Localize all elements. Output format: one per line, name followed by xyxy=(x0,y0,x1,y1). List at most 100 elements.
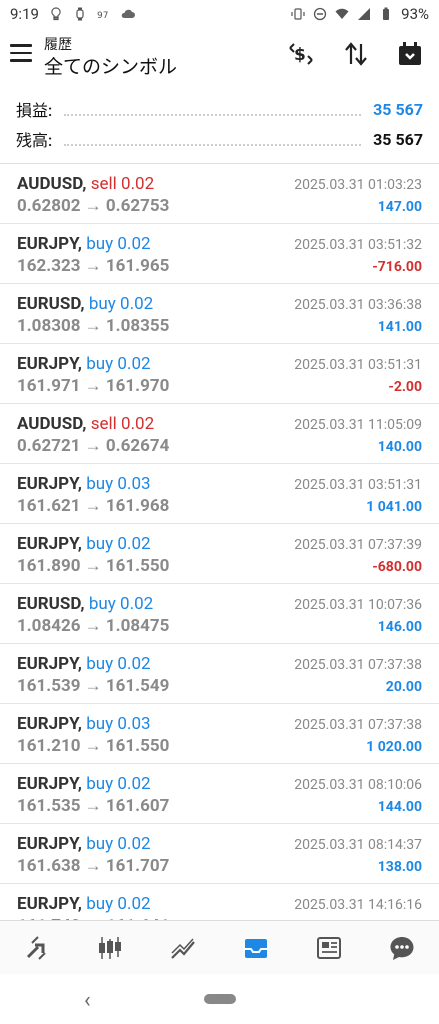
trade-symbol: EURJPY, buy 0.02 xyxy=(17,774,151,794)
trade-side: sell xyxy=(90,174,117,194)
trade-volume: 0.02 xyxy=(117,354,151,374)
trade-history-list[interactable]: AUDUSD, sell 0.02 0.62802 → 0.62753 2025.0… xyxy=(0,164,439,920)
trade-prices: 161.535 → 161.607 xyxy=(17,796,170,816)
svg-text:97: 97 xyxy=(97,11,108,21)
trade-row[interactable]: EURJPY, buy 0.02 162.323 → 161.965 2025.03… xyxy=(0,224,439,284)
trade-row[interactable]: EURJPY, buy 0.02 161.638 → 161.707 2025.03… xyxy=(0,824,439,884)
news-icon xyxy=(317,937,342,959)
trade-row[interactable]: EURUSD, buy 0.02 1.08426 → 1.08475 2025.03… xyxy=(0,584,439,644)
app-bar: 履歴 全てのシンボル $ xyxy=(0,28,439,86)
trade-side: buy xyxy=(88,294,116,314)
trade-time: 2025.03.31 03:36:38 xyxy=(294,297,422,313)
trade-prices: 161.638 → 161.707 xyxy=(17,856,170,876)
trade-symbol: EURJPY, buy 0.02 xyxy=(17,354,151,374)
system-navigation-bar: ‹ xyxy=(0,974,439,1024)
trade-icon xyxy=(171,938,195,959)
trade-profit: -716.00 xyxy=(372,259,422,275)
back-chevron-icon[interactable]: ‹ xyxy=(84,988,91,1013)
signal-icon xyxy=(358,8,371,20)
trade-time: 2025.03.31 08:14:37 xyxy=(294,837,422,853)
trade-volume: 0.02 xyxy=(120,594,154,614)
trade-row[interactable]: EURJPY, buy 0.03 161.210 → 161.550 2025.03… xyxy=(0,704,439,764)
trade-row[interactable]: EURJPY, buy 0.02 161.890 → 161.550 2025.03… xyxy=(0,524,439,584)
balance-value: 35 567 xyxy=(373,129,423,149)
trade-time: 2025.03.31 03:51:31 xyxy=(294,477,422,493)
trade-volume: 0.02 xyxy=(121,174,155,194)
trade-row[interactable]: EURUSD, buy 0.02 1.08308 → 1.08355 2025.03… xyxy=(0,284,439,344)
trade-row[interactable]: EURJPY, buy 0.03 161.621 → 161.968 2025.03… xyxy=(0,464,439,524)
nav-quotes[interactable] xyxy=(17,928,57,968)
trade-prices: 162.323 → 161.965 xyxy=(17,256,170,276)
nav-trade[interactable] xyxy=(163,928,203,968)
trade-side: buy xyxy=(86,894,114,914)
symbol-name: EURJPY, xyxy=(17,234,82,254)
trade-prices: 1.08426 → 1.08475 xyxy=(17,616,170,636)
trade-volume: 0.02 xyxy=(121,414,155,434)
trade-prices: 0.62802 → 0.62753 xyxy=(17,196,170,216)
quotes-icon xyxy=(26,936,46,960)
nav-chart[interactable] xyxy=(90,928,130,968)
trade-symbol: EURJPY, buy 0.02 xyxy=(17,834,151,854)
trade-row[interactable]: EURJPY, buy 0.02 161.535 → 161.607 2025.03… xyxy=(0,764,439,824)
nav-history[interactable] xyxy=(236,928,276,968)
symbol-name: EURUSD, xyxy=(17,594,85,614)
trade-time: 2025.03.31 07:37:39 xyxy=(294,537,422,553)
trade-profit: 144.00 xyxy=(377,799,422,815)
nav-news[interactable] xyxy=(309,928,349,968)
symbol-name: EURJPY, xyxy=(17,474,82,494)
symbol-name: EURJPY, xyxy=(17,534,82,554)
trade-profit: 141.00 xyxy=(377,319,422,335)
symbol-name: EURJPY, xyxy=(17,714,82,734)
screen-subtitle: 履歴 xyxy=(44,37,72,53)
status-time: 9:19 xyxy=(10,5,39,23)
nav-chat[interactable] xyxy=(382,928,422,968)
trade-volume: 0.03 xyxy=(117,474,151,494)
trade-time: 2025.03.31 03:51:31 xyxy=(294,357,422,373)
trade-row[interactable]: AUDUSD, sell 0.02 0.62721 → 0.62674 2025.0… xyxy=(0,404,439,464)
trade-volume: 0.02 xyxy=(117,894,151,914)
symbol-filter-title[interactable]: 全てのシンボル xyxy=(44,52,177,79)
symbol-name: EURJPY, xyxy=(17,354,82,374)
trade-profit: -680.00 xyxy=(372,559,422,575)
trade-row[interactable]: EURJPY, buy 0.02 161.971 → 161.970 2025.03… xyxy=(0,344,439,404)
trade-symbol: AUDUSD, sell 0.02 xyxy=(17,414,154,434)
trade-time: 2025.03.31 10:07:36 xyxy=(294,597,422,613)
trade-symbol: EURUSD, buy 0.02 xyxy=(17,594,153,614)
trade-profit: 146.00 xyxy=(377,619,422,635)
balance-row: 残高: 35 567 xyxy=(0,124,439,154)
trade-time: 2025.03.31 07:37:38 xyxy=(294,657,422,673)
svg-text:$: $ xyxy=(294,45,306,65)
trade-profit: 147.00 xyxy=(377,199,422,215)
trade-prices: 161.539 → 161.549 xyxy=(17,676,170,696)
history-inbox-icon xyxy=(245,939,268,958)
profit-value: 35 567 xyxy=(373,99,423,119)
cloud-icon xyxy=(121,9,135,18)
trade-side: buy xyxy=(86,534,114,554)
trade-profit: 138.00 xyxy=(377,859,422,875)
sort-icon[interactable] xyxy=(342,40,370,68)
trade-side: buy xyxy=(86,714,114,734)
symbol-name: EURUSD, xyxy=(17,294,85,314)
summary-panel: 損益: 35 567 残高: 35 567 xyxy=(0,94,439,154)
currency-exchange-icon[interactable]: $ xyxy=(287,40,315,68)
trade-time: 2025.03.31 03:51:32 xyxy=(294,237,422,253)
trade-profit: 20.00 xyxy=(385,679,422,695)
trade-row[interactable]: AUDUSD, sell 0.02 0.62802 → 0.62753 2025.0… xyxy=(0,164,439,224)
trade-row[interactable]: EURJPY, buy 0.02 161.539 → 161.549 2025.03… xyxy=(0,644,439,704)
calendar-icon[interactable] xyxy=(396,40,424,68)
profit-row: 損益: 35 567 xyxy=(0,94,439,124)
trade-symbol: EURJPY, buy 0.02 xyxy=(17,234,151,254)
trade-row[interactable]: EURJPY, buy 0.02161.749 → 161.6412025.03… xyxy=(0,884,439,920)
symbol-name: AUDUSD, xyxy=(17,174,87,194)
trade-profit: 1 020.00 xyxy=(366,739,422,755)
trade-side: buy xyxy=(86,354,114,374)
watch-icon xyxy=(76,7,84,21)
trade-symbol: EURJPY, buy 0.03 xyxy=(17,714,151,734)
menu-button[interactable] xyxy=(10,44,32,62)
trade-time: 2025.03.31 08:10:06 xyxy=(294,777,422,793)
trade-profit: -2.00 xyxy=(388,379,422,395)
chart-candles-icon xyxy=(98,937,121,959)
battery-icon xyxy=(383,7,390,20)
trade-side: buy xyxy=(86,234,114,254)
home-pill[interactable] xyxy=(204,994,236,1004)
